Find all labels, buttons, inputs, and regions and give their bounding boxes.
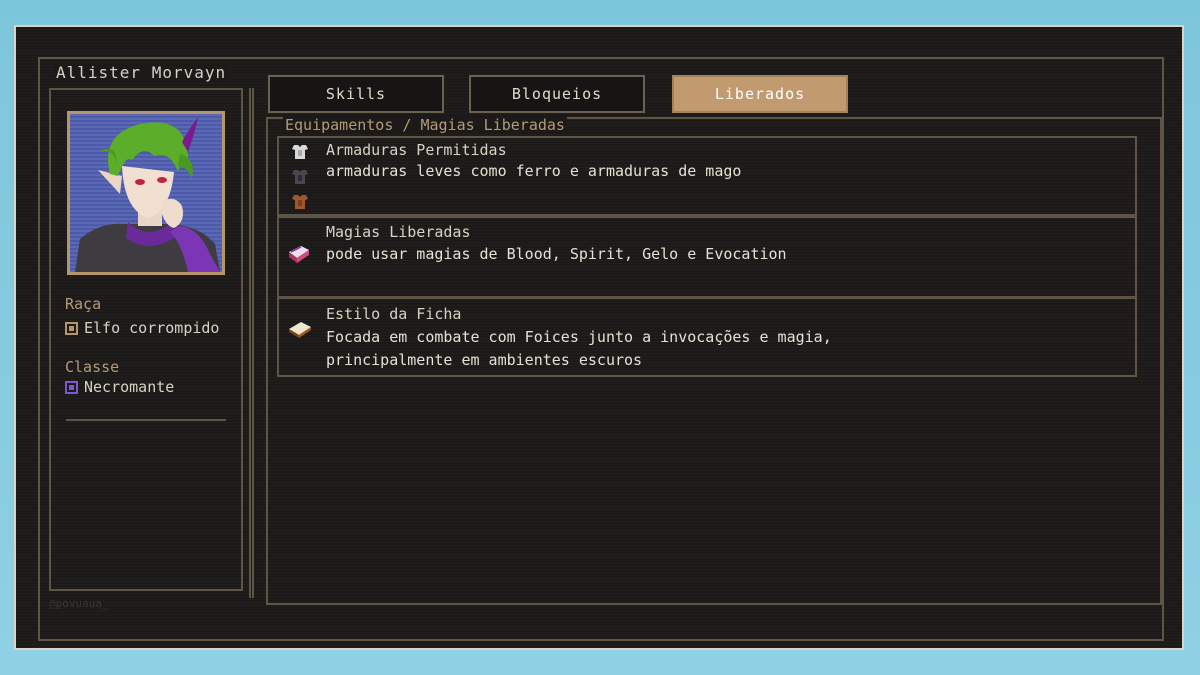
race-value-text: Elfo corrompido: [84, 319, 220, 337]
race-marker-icon: [65, 321, 78, 335]
tab-liberados[interactable]: Liberados: [672, 75, 848, 113]
race-label: Raça: [65, 295, 102, 313]
race-value: Elfo corrompido: [65, 319, 219, 337]
card-title: Estilo da Ficha: [326, 305, 462, 323]
tab-skills[interactable]: Skills: [268, 75, 444, 113]
dark-chestplate-icon: [292, 170, 308, 184]
character-sheet-window: Allister Morvayn Raça Elfo corrompido Cl…: [14, 25, 1184, 650]
iron-chestplate-icon: [292, 145, 308, 159]
leather-chestplate-icon: [292, 195, 308, 209]
character-portrait-art: [75, 118, 220, 272]
card-title: Magias Liberadas: [326, 223, 471, 241]
card-text-line-2: principalmente em ambientes escuros: [326, 351, 643, 369]
character-name: Allister Morvayn: [54, 63, 229, 82]
card-estilo-da-ficha: Estilo da Ficha Focada em combate com Fo…: [277, 297, 1137, 377]
book-icon: [289, 322, 311, 338]
tab-bloqueios[interactable]: Bloqueios: [469, 75, 645, 113]
card-text-line-1: Focada em combate com Foices junto a inv…: [326, 328, 832, 346]
card-text: armaduras leves como ferro e armaduras d…: [326, 162, 742, 180]
card-title: Armaduras Permitidas: [326, 141, 507, 159]
card-text: pode usar magias de Blood, Spirit, Gelo …: [326, 245, 787, 263]
spellbook-icon: [289, 246, 309, 263]
side-panel-rail: [249, 88, 254, 598]
side-panel-divider: [66, 419, 226, 421]
class-label: Classe: [65, 358, 120, 376]
character-portrait: [67, 111, 225, 275]
artist-watermark: @povuaua_: [49, 597, 109, 610]
class-value-text: Necromante: [84, 378, 175, 396]
section-title: Equipamentos / Magias Liberadas: [283, 116, 567, 134]
class-value: Necromante: [65, 378, 174, 396]
class-marker-icon: [65, 380, 78, 394]
card-magias-liberadas: Magias Liberadas pode usar magias de Blo…: [277, 216, 1137, 298]
card-armaduras-permitidas: Armaduras Permitidas armaduras leves com…: [277, 136, 1137, 216]
